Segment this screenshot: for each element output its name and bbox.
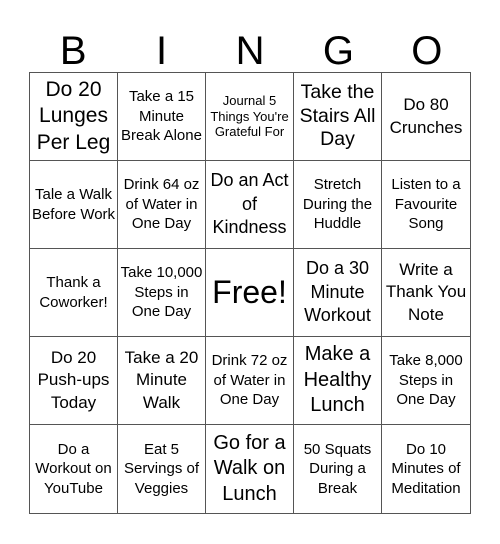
bingo-cell-r5-c3[interactable]: Go for a Walk on Lunch	[206, 425, 294, 513]
cell-text: Make a Healthy Lunch	[303, 343, 372, 417]
cell-text: Do 80 Crunches	[389, 95, 463, 137]
bingo-cell-r2-c5[interactable]: Listen to a Favourite Song	[382, 161, 470, 249]
cell-text: Write a Thank You Note	[385, 260, 467, 324]
bingo-cell-r4-c2[interactable]: Take a 20 Minute Walk	[118, 337, 206, 425]
bingo-cell-r4-c5[interactable]: Take 8,000 Steps in One Day	[382, 337, 470, 425]
cell-text: Do a 30 Minute Workout	[304, 258, 371, 326]
cell-text: 50 Squats During a Break	[303, 440, 372, 497]
bingo-cell-r4-c1[interactable]: Do 20 Push-ups Today	[30, 337, 118, 425]
bingo-cell-r1-c1[interactable]: Do 20 Lunges Per Leg	[30, 73, 118, 161]
cell-text: Take 8,000 Steps in One Day	[389, 352, 463, 409]
bingo-cell-r5-c5[interactable]: Do 10 Minutes of Meditation	[382, 425, 470, 513]
cell-text: Thank a Coworker!	[39, 274, 108, 311]
cell-text: Do 10 Minutes of Meditation	[391, 440, 461, 497]
cell-text: Journal 5 Things You're Grateful For	[210, 93, 289, 140]
cell-text: Eat 5 Servings of Veggies	[123, 440, 200, 497]
cell-text: Drink 64 oz of Water in One Day	[123, 176, 200, 233]
cell-text: Go for a Walk on Lunch	[213, 431, 286, 505]
bingo-cell-r4-c4[interactable]: Make a Healthy Lunch	[294, 337, 382, 425]
bingo-cell-r5-c2[interactable]: Eat 5 Servings of Veggies	[118, 425, 206, 513]
bingo-cell-r2-c3[interactable]: Do an Act of Kindness	[206, 161, 294, 249]
bingo-cell-r5-c4[interactable]: 50 Squats During a Break	[294, 425, 382, 513]
bingo-cell-r1-c5[interactable]: Do 80 Crunches	[382, 73, 470, 161]
bingo-free-space[interactable]: Free!	[206, 249, 294, 337]
header-letter-g: G	[322, 29, 354, 73]
cell-text: Take a 15 Minute Break Alone	[121, 88, 202, 145]
cell-text: Do an Act of Kindness	[210, 170, 289, 238]
bingo-cell-r4-c3[interactable]: Drink 72 oz of Water in One Day	[206, 337, 294, 425]
cell-text: Take the Stairs All Day	[299, 80, 376, 151]
header-letter-b: B	[59, 29, 87, 73]
cell-text: Tale a Walk Before Work	[31, 186, 116, 223]
bingo-cell-r2-c2[interactable]: Drink 64 oz of Water in One Day	[118, 161, 206, 249]
cell-text: Drink 72 oz of Water in One Day	[211, 352, 288, 409]
bingo-cell-r3-c4[interactable]: Do a 30 Minute Workout	[294, 249, 382, 337]
cell-text: Stretch During the Huddle	[302, 176, 373, 233]
bingo-cell-r2-c4[interactable]: Stretch During the Huddle	[294, 161, 382, 249]
cell-text: Take a 20 Minute Walk	[124, 348, 199, 412]
header-letter-o: O	[411, 29, 443, 73]
cell-text: Take 10,000 Steps in One Day	[120, 264, 203, 321]
cell-text: Do 20 Lunges Per Leg	[36, 78, 111, 154]
bingo-cell-r3-c2[interactable]: Take 10,000 Steps in One Day	[118, 249, 206, 337]
cell-text: Do 20 Push-ups Today	[37, 348, 110, 412]
header-letter-i: I	[156, 29, 168, 73]
bingo-cell-r2-c1[interactable]: Tale a Walk Before Work	[30, 161, 118, 249]
header-letter-n: N	[235, 29, 265, 73]
bingo-cell-r1-c3[interactable]: Journal 5 Things You're Grateful For	[206, 73, 294, 161]
cell-text: Free!	[212, 274, 287, 311]
bingo-cell-r3-c5[interactable]: Write a Thank You Note	[382, 249, 470, 337]
cell-text: Do a Workout on YouTube	[35, 440, 112, 497]
bingo-cell-r3-c1[interactable]: Thank a Coworker!	[30, 249, 118, 337]
bingo-cell-r1-c4[interactable]: Take the Stairs All Day	[294, 73, 382, 161]
bingo-cell-r5-c1[interactable]: Do a Workout on YouTube	[30, 425, 118, 513]
cell-text: Listen to a Favourite Song	[391, 176, 461, 233]
bingo-header: B I N G O	[29, 30, 471, 72]
bingo-cell-r1-c2[interactable]: Take a 15 Minute Break Alone	[118, 73, 206, 161]
bingo-card-grid: Do 20 Lunges Per Leg Take a 15 Minute Br…	[29, 72, 471, 514]
